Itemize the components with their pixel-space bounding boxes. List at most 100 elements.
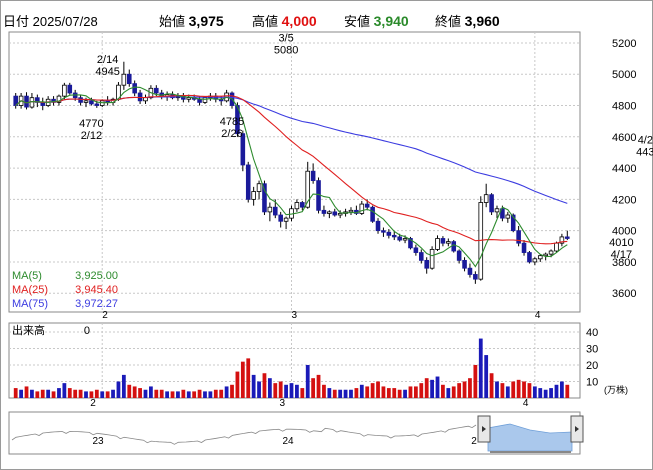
volume-bar — [354, 388, 359, 398]
candle-down — [521, 242, 527, 253]
volume-bar — [327, 388, 332, 398]
candle-up — [202, 97, 208, 103]
candle-down — [245, 164, 251, 200]
volume-bar — [295, 384, 299, 398]
candle-up — [505, 214, 511, 219]
volume-bar — [322, 384, 326, 398]
volume-bar — [132, 386, 137, 398]
volume-bar — [267, 378, 272, 398]
ma-legend-label: MA(5) — [12, 270, 42, 282]
candle-down — [89, 100, 94, 105]
candle-up — [143, 97, 148, 102]
candle-up — [402, 238, 408, 241]
annotation-value: 4010 — [609, 237, 633, 249]
volume-bar — [192, 391, 197, 398]
volume-bar — [359, 384, 364, 398]
volume-tick-label: 10 — [586, 376, 598, 388]
volume-bar — [240, 361, 245, 398]
volume-bar — [413, 386, 418, 398]
volume-bar — [338, 389, 343, 398]
volume-tick-label: 20 — [586, 360, 598, 372]
price-tick-label: 3600 — [612, 288, 636, 300]
volume-bar — [159, 389, 164, 398]
candle-up — [327, 211, 332, 214]
candle-down — [278, 214, 283, 222]
candle-down — [467, 267, 473, 275]
volume-bar — [543, 389, 548, 398]
annotation-value: 4945 — [95, 66, 119, 78]
volume-bar — [424, 378, 429, 398]
volume-bar — [186, 391, 191, 398]
annotation-date: 2/12 — [81, 130, 102, 142]
candle-up — [267, 206, 273, 213]
volume-bar — [176, 391, 180, 398]
candle-up — [494, 208, 500, 213]
volume-bar — [446, 388, 451, 398]
candle-up — [483, 194, 489, 203]
candle-up — [121, 73, 127, 86]
month-tick-label: 2 — [102, 310, 108, 321]
volume-bar — [495, 381, 499, 398]
candle-up — [548, 250, 554, 255]
volume-bar — [532, 386, 537, 398]
price-tick-label: 4600 — [612, 132, 636, 144]
annotation-date: 4/23 — [638, 134, 653, 146]
volume-label: 出来高 — [12, 323, 45, 337]
volume-bar — [316, 374, 321, 398]
volume-bar — [278, 381, 283, 398]
volume-bar — [516, 379, 521, 398]
candle-up — [348, 209, 354, 213]
candle-down — [310, 170, 316, 182]
volume-tick-label: 40 — [586, 327, 598, 339]
candle-down — [364, 203, 370, 208]
candle-down — [527, 252, 532, 263]
volume-bar — [343, 389, 348, 398]
volume-bar — [289, 383, 294, 398]
annotation-value: 4785 — [220, 116, 244, 128]
candle-down — [78, 97, 83, 103]
navigator-label: 24 — [282, 436, 294, 447]
volume-bar — [84, 391, 88, 398]
candle-down — [332, 211, 338, 216]
month-tick-label: 4 — [535, 310, 541, 321]
candle-down — [424, 259, 429, 269]
volume-bar — [154, 389, 159, 398]
price-tick-label: 4200 — [612, 194, 636, 206]
candle-up — [256, 183, 262, 192]
volume-bar — [484, 355, 489, 398]
candle-down — [300, 202, 305, 208]
price-tick-label: 5000 — [612, 69, 636, 81]
candle-down — [67, 84, 73, 94]
volume-bar — [505, 386, 510, 398]
volume-bar — [403, 389, 407, 398]
volume-bar — [489, 373, 494, 398]
volume-bar — [67, 388, 72, 398]
volume-bar — [111, 389, 115, 398]
navigator-label: 2 — [471, 436, 477, 447]
volume-bar — [549, 388, 553, 398]
volume-bar — [565, 384, 570, 398]
price-tick-label: 4000 — [612, 226, 636, 238]
candle-down — [397, 236, 402, 241]
volume-pane — [8, 322, 581, 399]
candle-down — [154, 87, 159, 94]
volume-bar — [165, 391, 170, 398]
candle-up — [62, 84, 67, 97]
ma-legend-label: MA(25) — [12, 284, 48, 296]
volume-bar — [40, 389, 45, 398]
volume-bar — [370, 383, 375, 398]
candle-up — [537, 255, 543, 260]
candle-down — [321, 209, 327, 214]
price-tick-label: 4400 — [612, 163, 636, 175]
navigator-right-handle[interactable] — [570, 415, 584, 443]
volume-month-tick-label: 2 — [90, 398, 96, 409]
candle-up — [532, 258, 538, 263]
volume-bar — [300, 388, 305, 398]
candle-up — [83, 100, 89, 103]
month-tick-label: 3 — [292, 310, 298, 321]
navigator-left-handle[interactable] — [477, 415, 491, 443]
volume-bar — [127, 384, 132, 398]
volume-unit-label: (万株) — [604, 384, 628, 395]
volume-bar — [527, 383, 532, 398]
ma-legend-label: MA(75) — [12, 298, 48, 310]
